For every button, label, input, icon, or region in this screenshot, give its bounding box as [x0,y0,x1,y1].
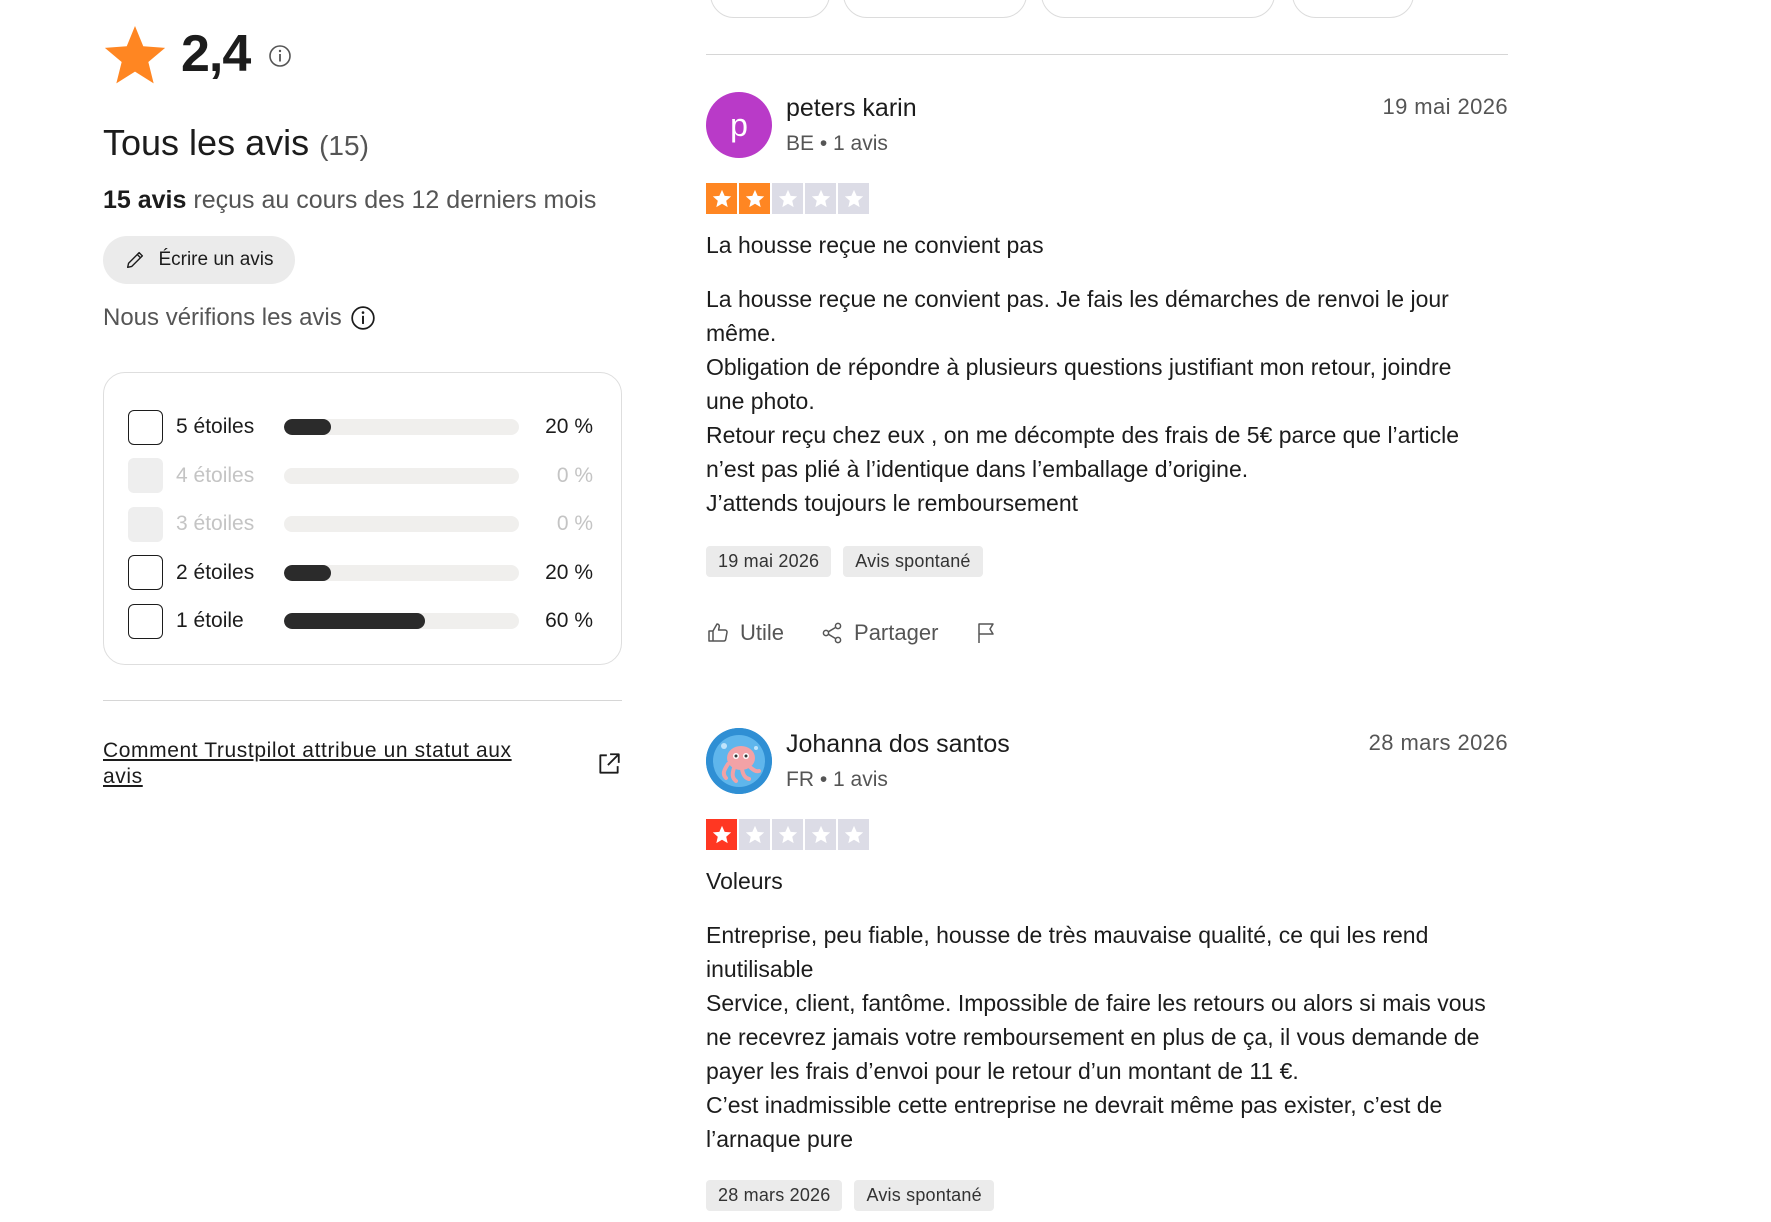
useful-button[interactable]: Utile [706,620,784,646]
rating-bar [284,516,519,533]
rating-checkbox[interactable] [128,603,163,639]
share-icon [822,622,842,644]
rating-filter-row: 3 étoiles 0 % [128,500,597,549]
rating-label: 5 étoiles [176,415,255,439]
useful-label: Utile [740,620,785,645]
rating-bar [284,613,519,630]
rating-percent: 0 % [556,512,593,536]
star-icon [104,26,166,84]
octopus-avatar-icon [706,728,772,794]
review-type-tag[interactable]: Avis spontané [843,546,983,577]
star-icon [805,183,836,214]
rating-bar [284,419,519,436]
share-label: Partager [854,620,939,645]
rating-label: 4 étoiles [176,463,255,487]
all-reviews-count: (15) [319,130,369,161]
star-icon [739,183,770,214]
filter-pill[interactable] [843,0,1027,18]
divider [103,700,622,701]
star-rating [706,819,871,850]
avatar[interactable]: p [706,92,772,158]
rating-percent: 20 % [545,560,593,584]
rating-percent: 0 % [556,463,593,487]
filter-pill[interactable] [1041,0,1275,18]
avatar[interactable] [706,728,772,794]
star-icon [706,183,737,214]
rating-checkbox [128,506,163,542]
write-review-label: Écrire un avis [158,249,274,270]
rating-filter-row[interactable]: 1 étoile 60 % [128,597,597,646]
rating-checkbox[interactable] [128,409,163,445]
reviewer-meta: FR • 1 avis [786,768,888,791]
review-card: Johanna dos santos FR • 1 avis 28 mars 2… [706,728,1508,1222]
divider [706,54,1508,55]
we-verify-label: Nous vérifions les avis [103,304,342,331]
rating-label: 2 étoiles [176,560,255,584]
rating-bar-fill [284,613,425,630]
filter-pill[interactable] [1292,0,1414,18]
report-button[interactable] [974,621,1008,645]
received-count: 15 avis [103,186,187,214]
review-title[interactable]: Voleurs [706,868,783,895]
review-title[interactable]: La housse reçue ne convient pas [706,232,1044,259]
all-reviews-label: Tous les avis [103,122,310,163]
rating-label: 1 étoile [176,609,244,633]
rating-percent: 60 % [545,609,593,633]
review-body: Entreprise, peu fiable, housse de très m… [706,922,1486,1152]
filter-pill[interactable] [710,0,830,18]
reviewer-name[interactable]: Johanna dos santos [786,730,1010,759]
star-icon [838,183,869,214]
review-body: La housse reçue ne convient pas. Je fais… [706,286,1460,516]
rating-filter-row: 4 étoiles 0 % [128,452,597,501]
rating-percent: 20 % [545,415,593,439]
we-verify-reviews: Nous vérifions les avis [103,304,376,332]
reviewer-name[interactable]: peters karin [786,94,917,123]
pencil-icon [127,251,144,269]
write-review-button[interactable]: Écrire un avis [103,236,295,284]
overall-score: 2,4 [103,22,292,86]
rating-filter-row[interactable]: 2 étoiles 20 % [128,549,597,598]
rating-checkbox [128,458,163,494]
experience-date-tag: 28 mars 2026 [706,1180,843,1211]
rating-bar [284,467,519,484]
review-type-tag[interactable]: Avis spontané [854,1180,994,1211]
rating-bar-fill [284,419,331,436]
reviewer-meta: BE • 1 avis [786,132,888,155]
rating-distribution: 5 étoiles 20 % 4 étoiles 0 % 3 étoiles 0 % 2 é… [103,372,622,665]
received-reviews-text: 15 avis reçus au cours des 12 derniers m… [103,186,596,215]
rating-bar-fill [284,564,331,581]
trustpilot-status-link[interactable]: Comment Trustpilot attribue un statut au… [103,738,523,790]
review-tags: 28 mars 2026 Avis spontané [706,1180,1006,1211]
star-icon [739,819,770,850]
all-reviews-heading: Tous les avis (15) [103,122,369,164]
star-icon [838,819,869,850]
review-tags: 19 mai 2026 Avis spontané [706,546,995,577]
info-icon[interactable] [268,44,292,68]
received-period: reçus au cours des 12 derniers mois [186,186,597,214]
score-value: 2,4 [181,25,251,83]
rating-bar [284,564,519,581]
star-rating [706,183,871,214]
star-icon [772,183,803,214]
info-icon[interactable] [350,305,376,331]
review-date: 28 mars 2026 [1368,730,1508,755]
rating-filter-row[interactable]: 5 étoiles 20 % [128,403,597,452]
thumbs-up-icon [708,623,728,642]
review-date: 19 mai 2026 [1382,94,1508,119]
star-icon [805,819,836,850]
review-actions: Utile Partager [706,620,1044,646]
flag-icon [978,623,995,643]
review-card: p peters karin BE • 1 avis 19 mai 2026 L… [706,92,1508,672]
star-icon [772,819,803,850]
share-button[interactable]: Partager [820,620,938,646]
rating-label: 3 étoiles [176,512,255,536]
star-icon [706,819,737,850]
experience-date-tag: 19 mai 2026 [706,546,832,577]
rating-checkbox[interactable] [128,555,163,591]
external-link-icon[interactable] [596,751,622,777]
